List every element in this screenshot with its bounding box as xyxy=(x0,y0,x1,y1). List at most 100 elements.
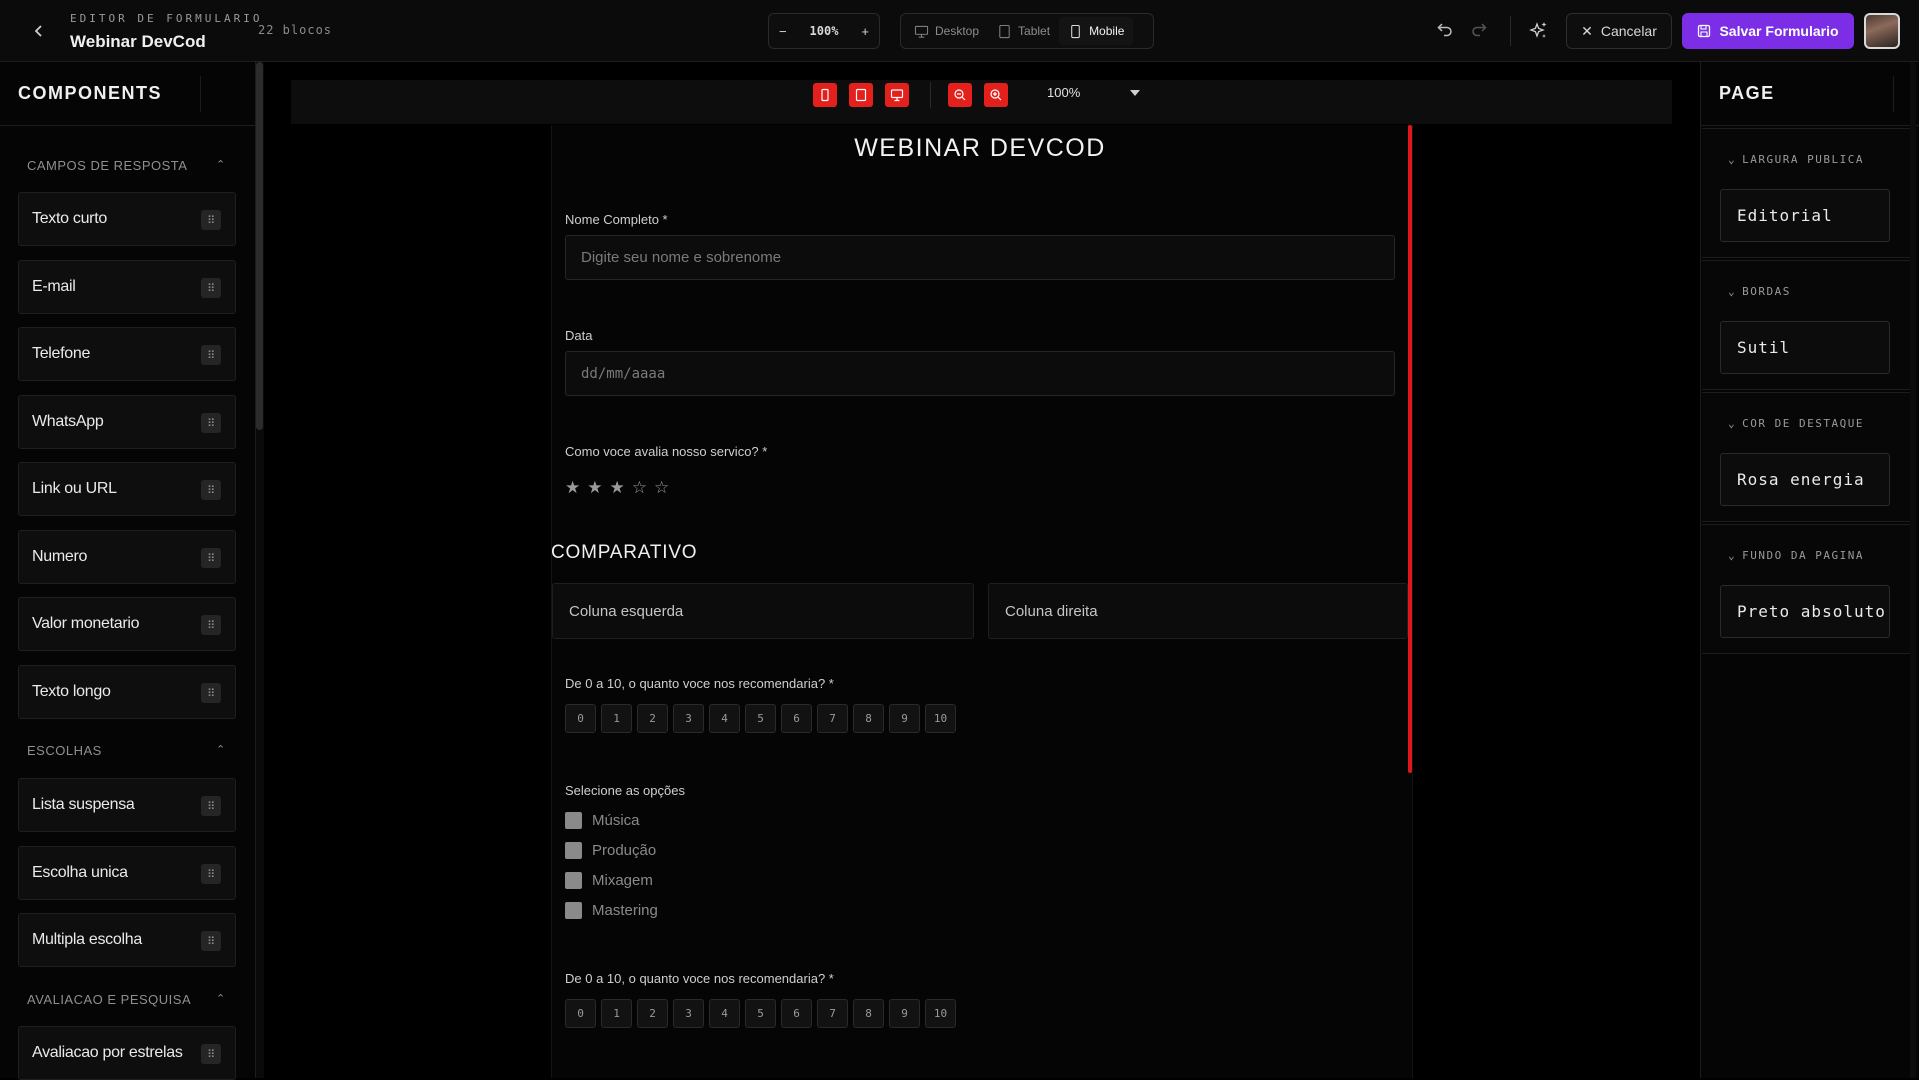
drag-handle-icon[interactable]: ⠿ xyxy=(201,1044,221,1064)
preview-tablet-button[interactable] xyxy=(849,83,873,107)
prop-borders-select[interactable]: Sutil xyxy=(1720,321,1890,374)
caret-down-icon[interactable] xyxy=(1130,90,1140,96)
star-filled-icon[interactable]: ★ xyxy=(610,478,625,498)
checkbox-option[interactable]: Produção xyxy=(565,842,656,859)
date-input[interactable]: dd/mm/aaaa xyxy=(565,351,1395,396)
checkbox[interactable] xyxy=(565,812,582,829)
drag-handle-icon[interactable]: ⠿ xyxy=(201,683,221,703)
drag-handle-icon[interactable]: ⠿ xyxy=(201,864,221,884)
prop-accent-color-select[interactable]: Rosa energia xyxy=(1720,453,1890,506)
nps-option[interactable]: 4 xyxy=(709,999,740,1028)
checkbox-option[interactable]: Música xyxy=(565,812,640,829)
component-single-choice[interactable]: Escolha unica ⠿ xyxy=(18,846,236,900)
component-multiple-choice[interactable]: Multipla escolha ⠿ xyxy=(18,913,236,967)
device-tablet-button[interactable]: Tablet xyxy=(988,17,1059,45)
preview-mobile-button[interactable] xyxy=(813,83,837,107)
nps-option[interactable]: 1 xyxy=(601,999,632,1028)
drag-handle-icon[interactable]: ⠿ xyxy=(201,480,221,500)
nps-option[interactable]: 6 xyxy=(781,704,812,733)
chevron-up-icon[interactable]: ⌃ xyxy=(216,158,225,171)
back-button[interactable] xyxy=(26,18,52,44)
nps-option[interactable]: 3 xyxy=(673,704,704,733)
prop-label[interactable]: ⌄ LARGURA PUBLICA xyxy=(1728,153,1864,166)
checkbox-option[interactable]: Mixagem xyxy=(565,872,653,889)
canvas-zoom-out-button[interactable] xyxy=(948,83,972,107)
nps-option[interactable]: 5 xyxy=(745,704,776,733)
drag-handle-icon[interactable]: ⠿ xyxy=(201,796,221,816)
component-url[interactable]: Link ou URL ⠿ xyxy=(18,462,236,516)
component-number[interactable]: Numero ⠿ xyxy=(18,530,236,584)
nps-option[interactable]: 7 xyxy=(817,999,848,1028)
nps-option[interactable]: 1 xyxy=(601,704,632,733)
nps-option[interactable]: 8 xyxy=(853,704,884,733)
prop-public-width-select[interactable]: Editorial xyxy=(1720,189,1890,242)
chevron-up-icon[interactable]: ⌃ xyxy=(216,743,225,756)
nps-option[interactable]: 2 xyxy=(637,999,668,1028)
save-form-button[interactable]: Salvar Formulario xyxy=(1682,13,1854,49)
component-currency[interactable]: Valor monetario ⠿ xyxy=(18,597,236,651)
device-mobile-button[interactable]: Mobile xyxy=(1059,17,1134,45)
canvas-toolbar-divider xyxy=(930,82,931,108)
drag-handle-icon[interactable]: ⠿ xyxy=(201,413,221,433)
component-star-rating[interactable]: Avaliacao por estrelas ⠿ xyxy=(18,1026,236,1080)
zoom-in-button[interactable]: + xyxy=(861,24,869,39)
star-empty-icon[interactable]: ☆ xyxy=(632,478,647,498)
section-title[interactable]: COMPARATIVO xyxy=(551,542,697,564)
drag-handle-icon[interactable]: ⠿ xyxy=(201,278,221,298)
checkbox[interactable] xyxy=(565,842,582,859)
device-desktop-button[interactable]: Desktop xyxy=(905,17,988,45)
component-email[interactable]: E-mail ⠿ xyxy=(18,260,236,314)
checkbox-option[interactable]: Mastering xyxy=(565,902,658,919)
nps-option[interactable]: 7 xyxy=(817,704,848,733)
nps-option[interactable]: 9 xyxy=(889,704,920,733)
star-empty-icon[interactable]: ☆ xyxy=(654,478,669,498)
drag-handle-icon[interactable]: ⠿ xyxy=(201,548,221,568)
zoom-out-button[interactable]: − xyxy=(779,24,787,39)
prop-label[interactable]: ⌄ FUNDO DA PAGINA xyxy=(1728,549,1864,562)
full-name-input[interactable]: Digite seu nome e sobrenome xyxy=(565,235,1395,280)
nps-option[interactable]: 0 xyxy=(565,999,596,1028)
chevron-up-icon[interactable]: ⌃ xyxy=(216,992,225,1005)
nps-label: De 0 a 10, o quanto voce nos recomendari… xyxy=(565,676,834,691)
prop-page-background-select[interactable]: Preto absoluto xyxy=(1720,585,1890,638)
prop-label[interactable]: ⌄ COR DE DESTAQUE xyxy=(1728,417,1864,430)
form-title[interactable]: WEBINAR DEVCOD xyxy=(551,134,1409,163)
component-whatsapp[interactable]: WhatsApp ⠿ xyxy=(18,395,236,449)
component-phone[interactable]: Telefone ⠿ xyxy=(18,327,236,381)
left-column[interactable]: Coluna esquerda xyxy=(552,583,974,639)
nps-option[interactable]: 10 xyxy=(925,704,956,733)
section-label-rating-survey: AVALIACAO E PESQUISA xyxy=(27,992,192,1007)
checkbox[interactable] xyxy=(565,872,582,889)
preview-desktop-button[interactable] xyxy=(885,83,909,107)
prop-label[interactable]: ⌄ BORDAS xyxy=(1728,285,1791,298)
nps-option[interactable]: 9 xyxy=(889,999,920,1028)
nps-option[interactable]: 6 xyxy=(781,999,812,1028)
component-dropdown[interactable]: Lista suspensa ⠿ xyxy=(18,778,236,832)
nps-option[interactable]: 8 xyxy=(853,999,884,1028)
star-rating[interactable]: ★ ★ ★ ☆ ☆ xyxy=(565,478,669,498)
canvas-zoom-in-button[interactable] xyxy=(984,83,1008,107)
drag-handle-icon[interactable]: ⠿ xyxy=(201,345,221,365)
nps-option[interactable]: 10 xyxy=(925,999,956,1028)
cancel-button[interactable]: ✕ Cancelar xyxy=(1566,13,1672,49)
nps-option[interactable]: 4 xyxy=(709,704,740,733)
nps-option[interactable]: 5 xyxy=(745,999,776,1028)
star-filled-icon[interactable]: ★ xyxy=(565,478,580,498)
right-column[interactable]: Coluna direita xyxy=(988,583,1408,639)
sidebar-scrollbar[interactable] xyxy=(256,62,263,430)
nps-option[interactable]: 2 xyxy=(637,704,668,733)
redo-button[interactable] xyxy=(1470,20,1488,43)
checkbox[interactable] xyxy=(565,902,582,919)
drag-handle-icon[interactable]: ⠿ xyxy=(201,931,221,951)
component-short-text[interactable]: Texto curto ⠿ xyxy=(18,192,236,246)
user-avatar[interactable] xyxy=(1864,13,1900,49)
nps-option[interactable]: 3 xyxy=(673,999,704,1028)
drag-handle-icon[interactable]: ⠿ xyxy=(201,615,221,635)
nps-option[interactable]: 0 xyxy=(565,704,596,733)
component-long-text[interactable]: Texto longo ⠿ xyxy=(18,665,236,719)
star-filled-icon[interactable]: ★ xyxy=(587,478,602,498)
canvas-zoom-select[interactable]: 100% xyxy=(1047,85,1080,100)
drag-handle-icon[interactable]: ⠿ xyxy=(201,210,221,230)
ai-assist-button[interactable] xyxy=(1526,18,1552,44)
undo-button[interactable] xyxy=(1436,20,1454,43)
